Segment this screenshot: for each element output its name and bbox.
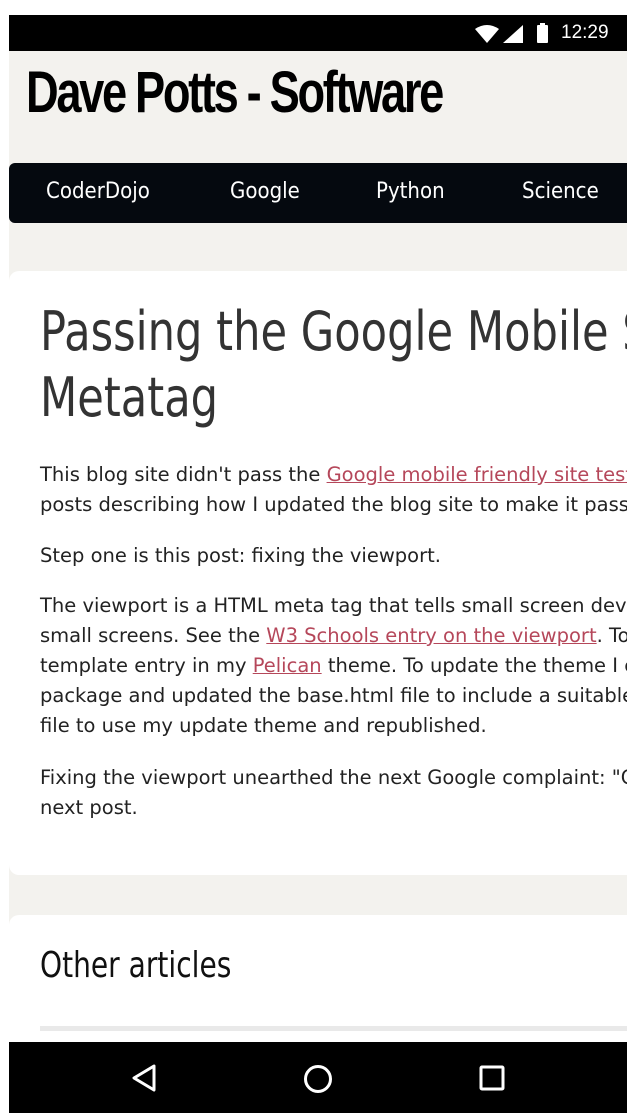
phone-screen: 12:29 Dave Potts - Software CoderDojo Go… bbox=[9, 15, 627, 1113]
other-articles-heading: Other articles bbox=[40, 945, 232, 986]
signal-icon bbox=[503, 25, 523, 47]
paragraph-intro: This blog site didn't pass the Google mo… bbox=[40, 460, 627, 520]
recents-icon[interactable] bbox=[479, 1064, 505, 1096]
paragraph-step-one: Step one is this post: fixing the viewpo… bbox=[40, 544, 441, 567]
status-time: 12:29 bbox=[561, 22, 609, 43]
android-nav-bar bbox=[9, 1042, 627, 1113]
back-icon[interactable] bbox=[131, 1064, 157, 1096]
w3schools-link[interactable]: W3 Schools entry on the viewport bbox=[266, 624, 596, 647]
home-icon[interactable] bbox=[303, 1064, 333, 1098]
post-title: Passing the Google Mobile Site Metatag bbox=[40, 299, 627, 431]
nav-item-google[interactable]: Google bbox=[230, 179, 300, 204]
pelican-link[interactable]: Pelican bbox=[253, 654, 322, 677]
status-bar: 12:29 bbox=[9, 15, 627, 51]
nav-item-coderdojo[interactable]: CoderDojo bbox=[46, 179, 150, 204]
main-nav: CoderDojo Google Python Science bbox=[9, 163, 627, 223]
paragraph-next: Fixing the viewport unearthed the next G… bbox=[40, 766, 627, 819]
nav-item-science[interactable]: Science bbox=[522, 179, 599, 204]
site-title[interactable]: Dave Potts - Software bbox=[26, 59, 444, 126]
post-title-line: Metatag bbox=[40, 366, 219, 429]
nav-item-python[interactable]: Python bbox=[376, 179, 445, 204]
mobile-test-link[interactable]: Google mobile friendly site test bbox=[327, 463, 627, 486]
battery-icon bbox=[537, 23, 548, 43]
divider bbox=[40, 1026, 627, 1031]
post-title-line: Passing the Google Mobile Site bbox=[40, 300, 627, 363]
paragraph-viewport: The viewport is a HTML meta tag that tel… bbox=[40, 594, 627, 737]
wifi-icon bbox=[475, 25, 499, 47]
